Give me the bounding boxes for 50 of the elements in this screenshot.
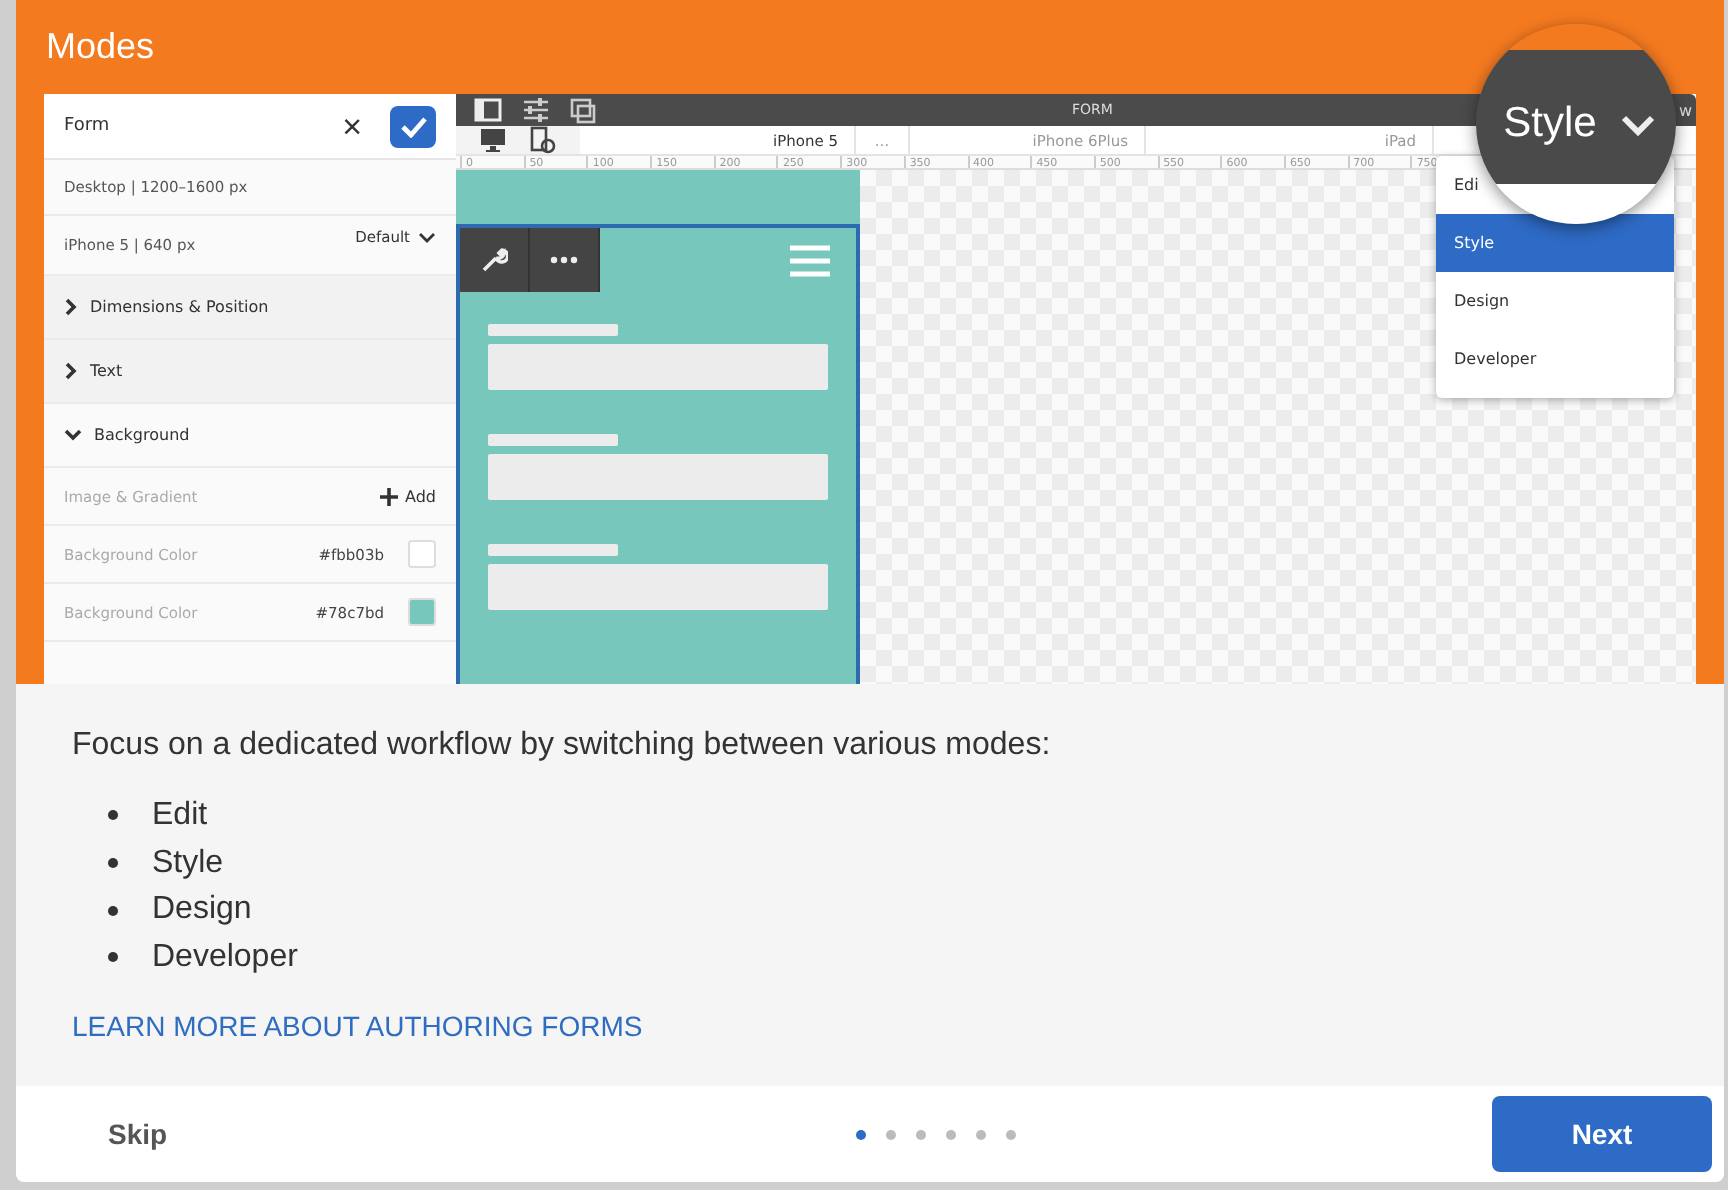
sidebar-icon[interactable]: [474, 98, 502, 123]
label-placeholder: [488, 434, 618, 446]
page-dot[interactable]: [915, 1129, 926, 1139]
mode-list-item: Style: [152, 845, 224, 882]
monitor-icon[interactable]: [480, 128, 506, 153]
label-placeholder: [488, 324, 618, 336]
skip-button[interactable]: Skip: [72, 1102, 204, 1166]
toolbar-label: w: [1678, 101, 1692, 120]
menu-item[interactable]: Style: [1436, 214, 1674, 272]
color-swatch[interactable]: [408, 598, 436, 626]
color-swatch[interactable]: [408, 540, 436, 568]
bullet-icon: [108, 858, 118, 869]
chevron-right-icon: [64, 362, 78, 380]
page-dot[interactable]: [975, 1129, 986, 1139]
mode-selector[interactable]: Style: [1503, 100, 1657, 148]
section-header[interactable]: Text: [44, 340, 456, 404]
mode-list-item: Developer: [152, 939, 298, 976]
page-dot[interactable]: [885, 1129, 896, 1139]
page-dot[interactable]: [855, 1129, 866, 1139]
check-icon: [399, 115, 427, 137]
add-button[interactable]: Add: [379, 487, 436, 505]
learn-more-link[interactable]: LEARN MORE ABOUT AUTHORING FORMS: [72, 1009, 643, 1042]
bullet-icon: [108, 905, 118, 916]
close-button[interactable]: ×: [342, 109, 362, 143]
chevron-down-icon: [1620, 113, 1657, 135]
wrench-icon[interactable]: [460, 228, 530, 292]
dialog-title: Modes: [46, 24, 157, 70]
menu-item[interactable]: Design: [1436, 272, 1510, 330]
description: Focus on a dedicated workflow by switching between various modes:: [72, 728, 1053, 764]
rotate-device-icon[interactable]: [530, 126, 556, 155]
form-container[interactable]: [456, 224, 860, 684]
confirm-button[interactable]: [390, 105, 436, 147]
section-header[interactable]: Dimensions & Position: [44, 276, 456, 340]
mode-list-item: Design: [152, 892, 252, 929]
page-dot[interactable]: [945, 1129, 956, 1139]
chevron-right-icon: [64, 298, 78, 316]
plus-icon: [379, 487, 397, 505]
label-placeholder: [488, 544, 618, 556]
page-dot[interactable]: [1005, 1129, 1016, 1139]
menu-item[interactable]: Developer: [1436, 330, 1537, 388]
copy-icon[interactable]: [570, 97, 596, 124]
sliders-icon[interactable]: [522, 98, 550, 123]
chevron-down-icon: [418, 231, 436, 243]
panel-title: Form: [64, 116, 112, 136]
more-icon[interactable]: [530, 228, 600, 292]
bullet-icon: [108, 810, 118, 821]
chevron-down-icon: [64, 428, 82, 442]
next-button[interactable]: Next: [1492, 1096, 1712, 1172]
bullet-icon: [108, 952, 118, 963]
mode-list-item: Edit: [152, 797, 208, 834]
